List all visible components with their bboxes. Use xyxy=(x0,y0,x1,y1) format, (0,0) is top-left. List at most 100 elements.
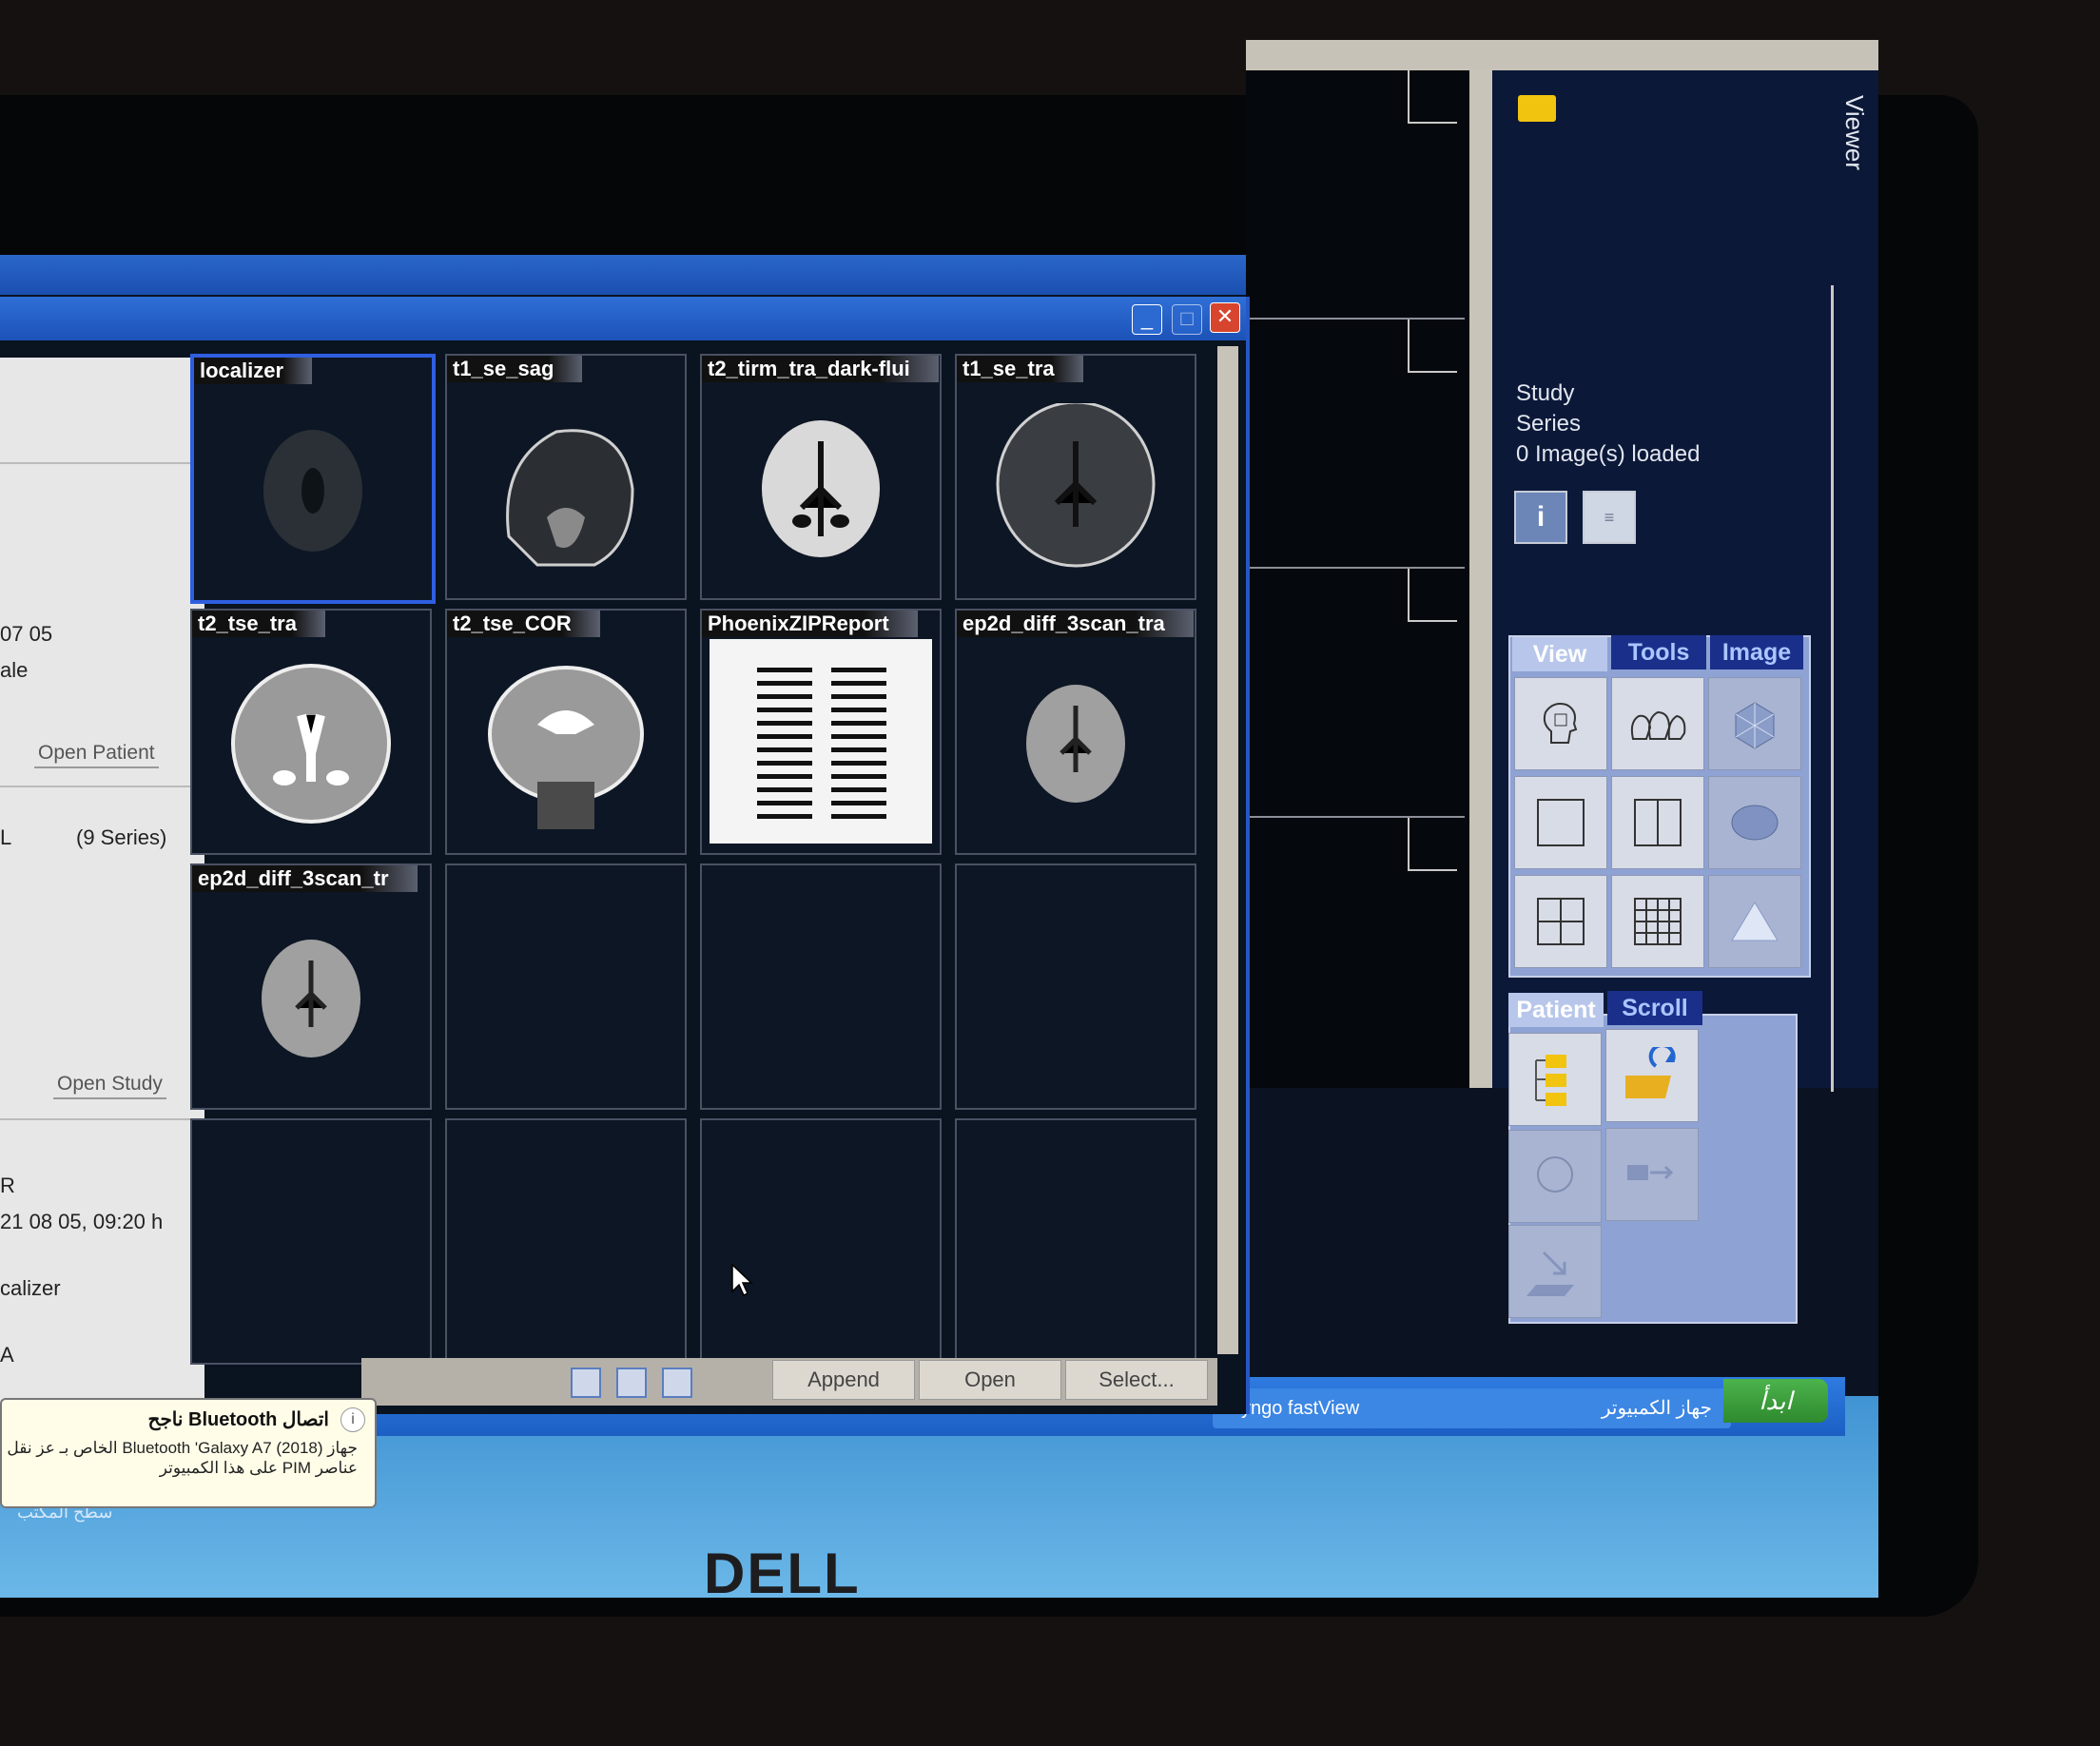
series-thumbnail-grid: localizer t1_se_sag t2_tirm_tra_dark-flui t… xyxy=(190,354,1208,1371)
series-thumbnail[interactable]: t1_se_sag xyxy=(445,354,687,600)
layout-grid-icon xyxy=(1634,898,1682,945)
taskbar-computer[interactable]: جهاز الكمبيوتر xyxy=(1455,1388,1731,1428)
transfer-icon xyxy=(1627,1165,1674,1180)
mri-image xyxy=(263,430,362,553)
tab-view[interactable]: View xyxy=(1512,637,1607,671)
series-thumbnail[interactable]: t1_se_tra xyxy=(955,354,1196,600)
layout-icon[interactable] xyxy=(571,1368,601,1398)
tab-image[interactable]: Image xyxy=(1710,635,1803,669)
series-thumbnail[interactable]: t2_tse_tra xyxy=(190,609,432,855)
open-button[interactable]: Open xyxy=(919,1360,1061,1400)
taskbar-fastview[interactable]: syngo fastView xyxy=(1213,1388,1479,1428)
grid-scrollbar[interactable] xyxy=(1217,346,1238,1354)
tab-tools[interactable]: Tools xyxy=(1611,635,1706,669)
empty-thumbnail-slot xyxy=(190,1118,432,1365)
patient-sex: ale xyxy=(0,658,29,682)
empty-thumbnail-slot xyxy=(445,1118,687,1365)
series-label: t2_tse_COR xyxy=(447,611,600,637)
3d-view-button[interactable] xyxy=(1708,677,1801,770)
study-label: L xyxy=(0,825,12,849)
head-select-button[interactable] xyxy=(1508,1130,1602,1223)
export-button[interactable] xyxy=(1508,1225,1602,1318)
viewport-segment[interactable] xyxy=(1246,569,1465,818)
info-series: Series xyxy=(1516,411,1582,436)
single-head-view-button[interactable] xyxy=(1514,677,1607,770)
series-label: t2_tirm_tra_dark-flui xyxy=(702,356,939,382)
browser-restore-button[interactable]: □ xyxy=(1172,304,1202,335)
series-label: PhoenixZIPReport xyxy=(702,611,918,637)
info-study: Study xyxy=(1516,380,1575,406)
series-thumbnail[interactable]: t2_tse_COR xyxy=(445,609,687,855)
series-thumbnail[interactable]: ep2d_diff_3scan_tra xyxy=(955,609,1196,855)
viewport-segment[interactable] xyxy=(1246,818,1465,1065)
mri-image xyxy=(506,429,634,567)
previous-page-icon[interactable] xyxy=(616,1368,647,1398)
panel-border xyxy=(1831,262,1860,1092)
mouse-cursor-icon xyxy=(731,1263,753,1297)
viewport-segment[interactable] xyxy=(1246,320,1465,569)
layout-grid-button[interactable] xyxy=(1611,875,1704,968)
open-patient-button[interactable]: Open Patient xyxy=(34,742,159,768)
series-label: t1_se_tra xyxy=(957,356,1083,382)
viewport-segment[interactable] xyxy=(1246,70,1465,320)
head-profile-icon xyxy=(1543,703,1578,744)
series-thumbnail[interactable]: ep2d_diff_3scan_tr xyxy=(190,863,432,1110)
series-thumbnail[interactable]: localizer xyxy=(190,354,436,604)
next-page-icon[interactable] xyxy=(662,1368,692,1398)
empty-thumbnail-slot xyxy=(955,1118,1196,1365)
browser-minimize-button[interactable]: _ xyxy=(1132,304,1162,335)
layout-split-icon xyxy=(1634,799,1682,846)
notification-title: اتصال Bluetooth ناجح xyxy=(147,1409,329,1430)
multi-head-icon xyxy=(1630,710,1686,740)
info-icon[interactable]: i xyxy=(1514,491,1567,544)
browser-titlebar: _ □ ✕ xyxy=(0,297,1246,340)
triple-head-view-button[interactable] xyxy=(1611,677,1704,770)
open-study-button[interactable]: Open Study xyxy=(53,1073,166,1099)
series-extra: A xyxy=(0,1343,14,1367)
folder-icon xyxy=(1518,95,1556,122)
series-label: localizer xyxy=(194,358,313,384)
select-button[interactable]: Select... xyxy=(1065,1360,1208,1400)
report-document-icon xyxy=(710,639,932,844)
series-datetime: 21 08 05, 09:20 h xyxy=(0,1210,164,1233)
patient-birthdate: 07 05 xyxy=(0,622,53,646)
viewer-toolbar xyxy=(1246,40,1878,70)
layout-2x2-button[interactable] xyxy=(1514,875,1607,968)
volume-view-button[interactable] xyxy=(1708,776,1801,869)
empty-thumbnail-slot xyxy=(700,863,942,1110)
series-name: calizer xyxy=(0,1276,61,1300)
mip-view-button[interactable] xyxy=(1708,875,1801,968)
folder-refresh-icon xyxy=(1625,1047,1676,1098)
series-label: t2_tse_tra xyxy=(192,611,325,637)
patient-browser-button[interactable] xyxy=(1508,1033,1602,1126)
info-icon: i xyxy=(340,1407,365,1432)
index-icon[interactable]: ≡ xyxy=(1583,491,1636,544)
series-thumbnail[interactable]: t2_tirm_tra_dark-flui xyxy=(700,354,942,600)
info-images-loaded: 0 Image(s) loaded xyxy=(1516,441,1701,467)
viewport-scrollbar[interactable] xyxy=(1469,70,1492,1088)
viewer-side-tab[interactable]: Viewer xyxy=(1831,76,1878,285)
layout-1x1-button[interactable] xyxy=(1514,776,1607,869)
tab-scroll[interactable]: Scroll xyxy=(1607,991,1702,1025)
tab-patient[interactable]: Patient xyxy=(1508,993,1604,1027)
layout-1x2-button[interactable] xyxy=(1611,776,1704,869)
append-button[interactable]: Append xyxy=(772,1360,915,1400)
transfer-button[interactable] xyxy=(1605,1128,1699,1221)
series-modality: R xyxy=(0,1174,15,1197)
start-button[interactable]: ابدأ xyxy=(1723,1379,1828,1423)
series-thumbnail[interactable]: PhoenixZIPReport xyxy=(700,609,942,855)
notification-body: جهاز (Bluetooth 'Galaxy A7 (2018 الخاص ب… xyxy=(7,1439,358,1477)
image-viewport[interactable] xyxy=(1246,70,1479,1088)
empty-thumbnail-slot xyxy=(700,1118,942,1365)
series-count: (9 Series) xyxy=(76,825,167,849)
layout-quad-icon xyxy=(1537,898,1585,945)
open-folder-button[interactable] xyxy=(1605,1029,1699,1122)
series-label: t1_se_sag xyxy=(447,356,583,382)
series-label: ep2d_diff_3scan_tr xyxy=(192,865,418,892)
browser-close-button[interactable]: ✕ xyxy=(1210,302,1240,333)
mri-image xyxy=(1026,685,1125,804)
empty-thumbnail-slot xyxy=(445,863,687,1110)
bluetooth-notification[interactable]: i اتصال Bluetooth ناجح جهاز (Bluetooth '… xyxy=(0,1398,377,1508)
layout-single-icon xyxy=(1537,799,1585,846)
series-label: ep2d_diff_3scan_tra xyxy=(957,611,1194,637)
